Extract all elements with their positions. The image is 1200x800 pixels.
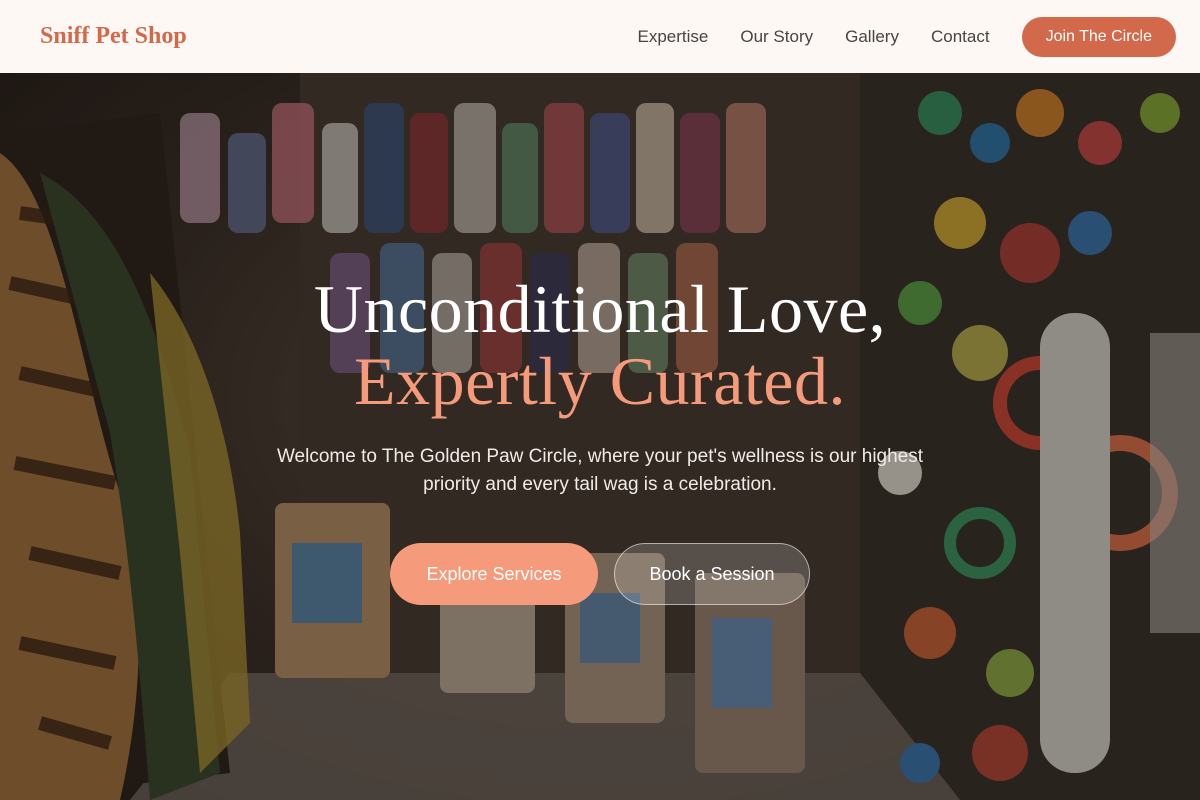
hero-cta-row: Explore Services Book a Session: [0, 543, 1200, 605]
nav-link-expertise[interactable]: Expertise: [638, 27, 709, 47]
nav-link-our-story[interactable]: Our Story: [740, 27, 813, 47]
hero-headline: Unconditional Love, Expertly Curated.: [0, 273, 1200, 417]
nav-link-contact[interactable]: Contact: [931, 27, 990, 47]
headline-line-1: Unconditional Love,: [313, 271, 887, 347]
brand-logo[interactable]: Sniff Pet Shop: [40, 23, 187, 50]
hero-section: Unconditional Love, Expertly Curated. We…: [0, 73, 1200, 800]
hero-content: Unconditional Love, Expertly Curated. We…: [0, 273, 1200, 605]
nav-menu: Expertise Our Story Gallery Contact Join…: [638, 16, 1176, 57]
nav-link-gallery[interactable]: Gallery: [845, 27, 899, 47]
top-navbar: Sniff Pet Shop Expertise Our Story Galle…: [0, 0, 1200, 73]
explore-services-button[interactable]: Explore Services: [390, 543, 598, 605]
join-circle-button[interactable]: Join The Circle: [1021, 16, 1176, 57]
headline-line-2: Expertly Curated.: [354, 343, 846, 419]
hero-subtext: Welcome to The Golden Paw Circle, where …: [276, 446, 924, 495]
book-session-button[interactable]: Book a Session: [614, 543, 810, 605]
